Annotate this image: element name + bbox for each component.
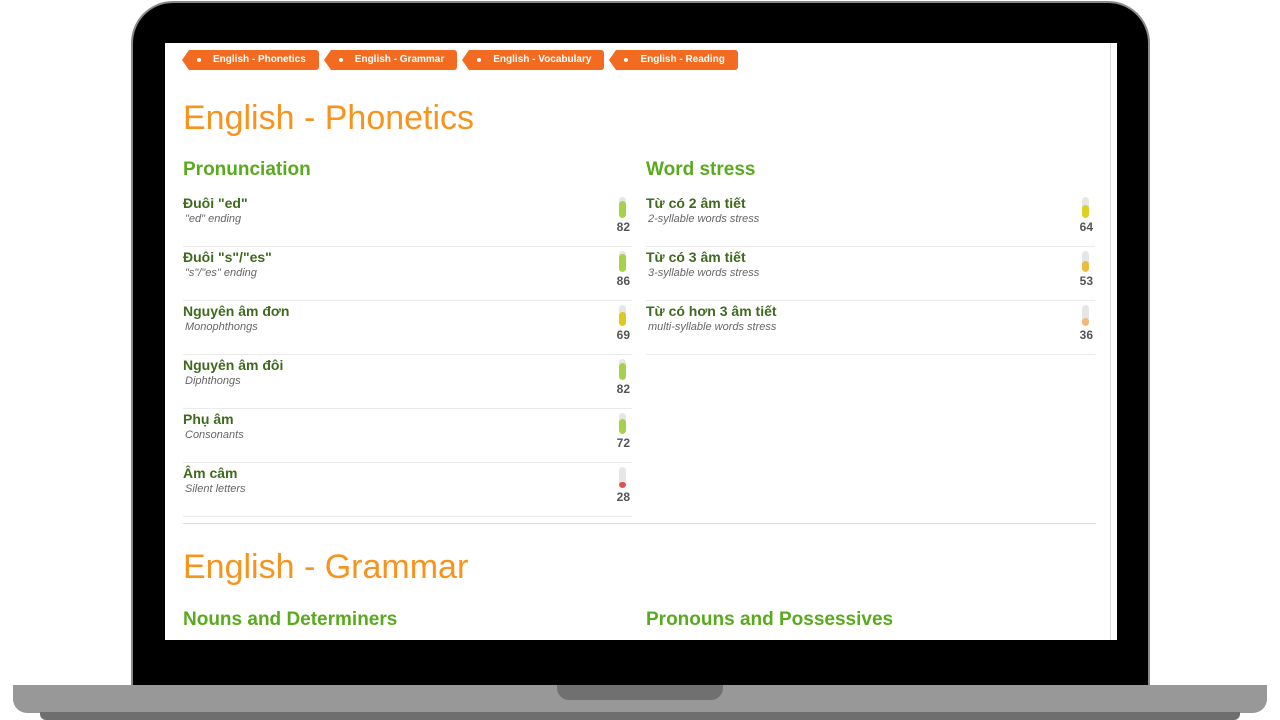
tag-reading[interactable]: English - Reading xyxy=(609,50,738,70)
pronunciation-list: Đuôi "ed" "ed" ending 82 Đuôi "s"/"es" "s"/"… xyxy=(183,193,632,517)
item-subtitle: 3-syllable words stress xyxy=(648,267,760,279)
score-bar xyxy=(1082,251,1089,272)
score-value: 64 xyxy=(1079,220,1093,234)
scrollbar-edge xyxy=(1110,43,1111,640)
item-subtitle: Diphthongs xyxy=(185,375,241,387)
laptop-notch xyxy=(557,685,723,700)
score-bar-fill xyxy=(619,482,626,488)
group-title-pronunciation: Pronunciation xyxy=(183,159,311,180)
laptop-base-bottom xyxy=(40,712,1240,720)
score-bar-fill xyxy=(619,362,626,380)
score-bar-fill xyxy=(619,253,626,272)
score-bar-fill xyxy=(1082,260,1089,272)
score-value: 72 xyxy=(616,436,630,450)
score-bar-fill xyxy=(619,311,626,326)
score-value: 82 xyxy=(616,382,630,396)
score-bar xyxy=(619,467,626,488)
score-bar-fill xyxy=(1082,318,1089,326)
tag-grammar[interactable]: English - Grammar xyxy=(323,50,458,70)
item-title: Từ có 3 âm tiết xyxy=(646,249,746,265)
item-subtitle: "s"/"es" ending xyxy=(185,267,257,279)
score-bar-fill xyxy=(1082,204,1089,218)
item-title: Từ có hơn 3 âm tiết xyxy=(646,303,777,319)
tag-vocabulary[interactable]: English - Vocabulary xyxy=(462,50,605,70)
dot-icon xyxy=(477,58,482,62)
item-title: Phụ âm xyxy=(183,411,234,427)
score-value: 69 xyxy=(616,328,630,342)
score-bar xyxy=(619,413,626,434)
item-subtitle: Consonants xyxy=(185,429,244,441)
item-title: Nguyên âm đơn xyxy=(183,303,290,319)
tag-phonetics[interactable]: English - Phonetics xyxy=(182,50,319,70)
list-item[interactable]: Đuôi "ed" "ed" ending 82 xyxy=(183,193,632,247)
score-value: 53 xyxy=(1079,274,1093,288)
screen: English - Phonetics English - Grammar En… xyxy=(165,43,1117,640)
score-value: 28 xyxy=(616,490,630,504)
item-subtitle: "ed" ending xyxy=(185,213,242,225)
score-bar xyxy=(619,359,626,380)
group-title-pronouns: Pronouns and Possessives xyxy=(646,609,894,630)
item-title: Từ có 2 âm tiết xyxy=(646,195,746,211)
item-title: Âm câm xyxy=(183,465,238,481)
dot-icon xyxy=(197,58,201,62)
tag-label: English - Reading xyxy=(640,54,725,65)
tag-label: English - Vocabulary xyxy=(493,54,592,65)
score-value: 86 xyxy=(616,274,630,288)
list-item[interactable]: Nguyên âm đôi Diphthongs 82 xyxy=(183,355,632,409)
item-subtitle: multi-syllable words stress xyxy=(648,321,777,333)
list-item[interactable]: Phụ âm Consonants 72 xyxy=(183,409,632,463)
item-subtitle: Silent letters xyxy=(185,483,246,495)
dot-icon xyxy=(338,58,343,62)
score-value: 36 xyxy=(1079,328,1093,342)
group-title-word-stress: Word stress xyxy=(646,159,756,180)
item-subtitle: Monophthongs xyxy=(185,321,258,333)
section-title-phonetics: English - Phonetics xyxy=(183,99,475,137)
list-item[interactable]: Đuôi "s"/"es" "s"/"es" ending 86 xyxy=(183,247,632,301)
dot-icon xyxy=(624,58,629,62)
score-bar xyxy=(619,251,626,272)
list-item[interactable]: Từ có 2 âm tiết 2-syllable words stress 64 xyxy=(646,193,1095,247)
item-title: Nguyên âm đôi xyxy=(183,357,284,373)
tag-nav: English - Phonetics English - Grammar En… xyxy=(182,50,738,70)
item-subtitle: 2-syllable words stress xyxy=(648,213,760,225)
score-value: 82 xyxy=(616,220,630,234)
score-bar xyxy=(619,197,626,218)
list-item[interactable]: Âm câm Silent letters 28 xyxy=(183,463,632,517)
tag-label: English - Grammar xyxy=(354,54,445,65)
word-stress-list: Từ có 2 âm tiết 2-syllable words stress 64… xyxy=(646,193,1095,355)
section-title-grammar: English - Grammar xyxy=(183,548,469,586)
score-bar xyxy=(1082,305,1089,326)
score-bar xyxy=(619,305,626,326)
group-title-nouns: Nouns and Determiners xyxy=(183,609,398,630)
list-item[interactable]: Từ có 3 âm tiết 3-syllable words stress 53 xyxy=(646,247,1095,301)
tag-label: English - Phonetics xyxy=(213,54,306,65)
score-bar-fill xyxy=(619,418,626,434)
item-title: Đuôi "s"/"es" xyxy=(183,249,272,265)
item-title: Đuôi "ed" xyxy=(183,195,248,211)
list-item[interactable]: Nguyên âm đơn Monophthongs 69 xyxy=(183,301,632,355)
section-divider xyxy=(183,523,1096,524)
score-bar-fill xyxy=(619,200,626,218)
list-item[interactable]: Từ có hơn 3 âm tiết multi-syllable words … xyxy=(646,301,1095,355)
score-bar xyxy=(1082,197,1089,218)
